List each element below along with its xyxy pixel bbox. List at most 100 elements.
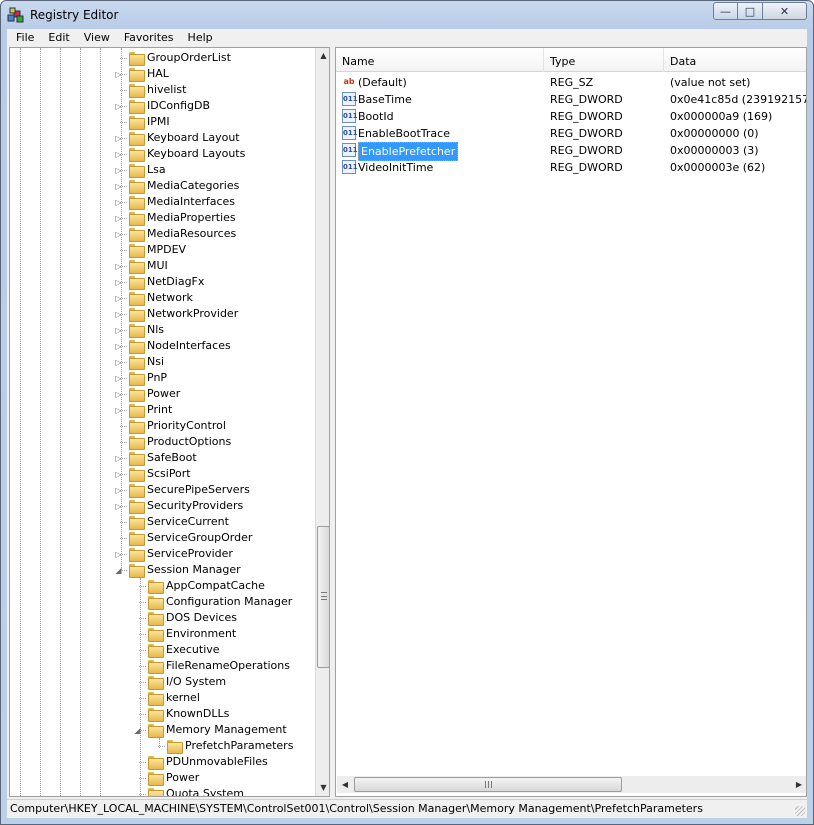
- expand-triangle-icon[interactable]: ▷: [114, 470, 123, 479]
- values-list-pane[interactable]: Name Type Data ab (Default) REG_SZ (value n…: [335, 47, 807, 797]
- expand-triangle-icon[interactable]: ▷: [114, 374, 123, 383]
- menu-file[interactable]: File: [9, 30, 41, 46]
- collapse-triangle-icon[interactable]: ◢: [133, 726, 142, 735]
- tree-item[interactable]: ▷ NetworkProvider: [10, 306, 310, 322]
- expand-triangle-icon[interactable]: ▷: [114, 454, 123, 463]
- expand-triangle-icon[interactable]: ▷: [114, 198, 123, 207]
- expand-triangle-icon[interactable]: ▷: [114, 406, 123, 415]
- tree-item[interactable]: ▷ MediaResources: [10, 226, 310, 242]
- title-bar[interactable]: Registry Editor — □ ✕: [1, 1, 813, 29]
- minimize-button[interactable]: —: [713, 2, 738, 20]
- column-header-type[interactable]: Type: [544, 48, 664, 72]
- expand-triangle-icon[interactable]: ▷: [114, 150, 123, 159]
- tree-item[interactable]: ▷ Network: [10, 290, 310, 306]
- tree-item[interactable]: ▷ MUI: [10, 258, 310, 274]
- scroll-thumb[interactable]: [354, 777, 622, 792]
- tree-item[interactable]: ▷ MediaInterfaces: [10, 194, 310, 210]
- tree-item[interactable]: ProductOptions: [10, 434, 310, 450]
- tree-item[interactable]: ▷ NodeInterfaces: [10, 338, 310, 354]
- tree-item[interactable]: DOS Devices: [10, 610, 310, 626]
- expand-triangle-icon[interactable]: ▷: [114, 214, 123, 223]
- expand-triangle-icon[interactable]: ▷: [114, 166, 123, 175]
- expand-triangle-icon[interactable]: ▷: [114, 134, 123, 143]
- tree-item[interactable]: GroupOrderList: [10, 50, 310, 66]
- menu-favorites[interactable]: Favorites: [117, 30, 181, 46]
- scroll-up-button[interactable]: ▲: [316, 48, 329, 64]
- expand-triangle-icon[interactable]: ▷: [114, 70, 123, 79]
- tree-item[interactable]: ◢ Session Manager: [10, 562, 310, 578]
- tree-item[interactable]: ▷ Nsi: [10, 354, 310, 370]
- menu-view[interactable]: View: [77, 30, 117, 46]
- key-tree-pane[interactable]: GroupOrderList ▷ HAL hivelist ▷ IDConfigDB IPM…: [9, 47, 330, 797]
- tree-item[interactable]: ▷ Keyboard Layouts: [10, 146, 310, 162]
- tree-item[interactable]: KnownDLLs: [10, 706, 310, 722]
- tree-item[interactable]: ▷ IDConfigDB: [10, 98, 310, 114]
- expand-triangle-icon[interactable]: ▷: [114, 342, 123, 351]
- tree-item[interactable]: Power: [10, 770, 310, 786]
- expand-triangle-icon[interactable]: ▷: [114, 182, 123, 191]
- value-row[interactable]: 011 EnableBootTrace REG_DWORD 0x00000000 (0…: [336, 125, 806, 142]
- column-header-data[interactable]: Data: [664, 48, 806, 72]
- tree-item[interactable]: AppCompatCache: [10, 578, 310, 594]
- tree-item[interactable]: ▷ Lsa: [10, 162, 310, 178]
- tree-item[interactable]: Environment: [10, 626, 310, 642]
- collapse-triangle-icon[interactable]: ◢: [114, 566, 123, 575]
- scroll-left-button[interactable]: ◀: [337, 776, 353, 793]
- tree-item[interactable]: Quota System: [10, 786, 310, 796]
- tree-item[interactable]: MPDEV: [10, 242, 310, 258]
- expand-triangle-icon[interactable]: ▷: [114, 230, 123, 239]
- expand-triangle-icon[interactable]: ▷: [114, 550, 123, 559]
- tree-item[interactable]: ▷ Keyboard Layout: [10, 130, 310, 146]
- scroll-right-button[interactable]: ▶: [791, 776, 806, 793]
- tree-item[interactable]: I/O System: [10, 674, 310, 690]
- tree-item[interactable]: Configuration Manager: [10, 594, 310, 610]
- tree-item[interactable]: ▷ SafeBoot: [10, 450, 310, 466]
- tree-item[interactable]: ▷ SecurityProviders: [10, 498, 310, 514]
- scroll-down-button[interactable]: ▼: [316, 780, 329, 796]
- tree-item[interactable]: ▷ Print: [10, 402, 310, 418]
- value-row[interactable]: ab (Default) REG_SZ (value not set): [336, 74, 806, 91]
- expand-triangle-icon[interactable]: ▷: [114, 390, 123, 399]
- column-header-name[interactable]: Name: [336, 48, 544, 72]
- tree-item[interactable]: PDUnmovableFiles: [10, 754, 310, 770]
- tree-item[interactable]: ▷ ServiceProvider: [10, 546, 310, 562]
- tree-vertical-scrollbar[interactable]: ▲ ▼: [315, 48, 329, 796]
- list-horizontal-scrollbar[interactable]: ◀ ▶: [337, 776, 806, 793]
- value-row[interactable]: 011 BootId REG_DWORD 0x000000a9 (169): [336, 108, 806, 125]
- expand-triangle-icon[interactable]: ▷: [114, 102, 123, 111]
- tree-item[interactable]: ServiceCurrent: [10, 514, 310, 530]
- close-button[interactable]: ✕: [763, 2, 807, 20]
- tree-item[interactable]: ◢ Memory Management: [10, 722, 310, 738]
- tree-item[interactable]: ▷ MediaCategories: [10, 178, 310, 194]
- tree-item[interactable]: kernel: [10, 690, 310, 706]
- tree-item[interactable]: ▷ Power: [10, 386, 310, 402]
- expand-triangle-icon[interactable]: ▷: [114, 486, 123, 495]
- value-row[interactable]: 011 VideoInitTime REG_DWORD 0x0000003e (62): [336, 159, 806, 176]
- expand-triangle-icon[interactable]: ▷: [114, 326, 123, 335]
- expand-triangle-icon[interactable]: ▷: [114, 358, 123, 367]
- tree-item[interactable]: ▷ ScsiPort: [10, 466, 310, 482]
- tree-item[interactable]: ▷ MediaProperties: [10, 210, 310, 226]
- expand-triangle-icon[interactable]: ▷: [114, 262, 123, 271]
- value-row[interactable]: 011 BaseTime REG_DWORD 0x0e41c85d (23919215…: [336, 91, 806, 108]
- tree-item[interactable]: ▷ NetDiagFx: [10, 274, 310, 290]
- tree-item[interactable]: PriorityControl: [10, 418, 310, 434]
- tree-item[interactable]: ▷ SecurePipeServers: [10, 482, 310, 498]
- expand-triangle-icon[interactable]: ▷: [114, 278, 123, 287]
- menu-help[interactable]: Help: [181, 30, 220, 46]
- resize-grip-icon[interactable]: [795, 806, 805, 816]
- tree-item[interactable]: IPMI: [10, 114, 310, 130]
- tree-item[interactable]: hivelist: [10, 82, 310, 98]
- menu-edit[interactable]: Edit: [41, 30, 76, 46]
- maximize-button[interactable]: □: [738, 2, 763, 20]
- expand-triangle-icon[interactable]: ▷: [114, 310, 123, 319]
- expand-triangle-icon[interactable]: ▷: [114, 502, 123, 511]
- scroll-thumb[interactable]: [317, 526, 329, 668]
- tree-item[interactable]: FileRenameOperations: [10, 658, 310, 674]
- tree-item[interactable]: ▷ PnP: [10, 370, 310, 386]
- tree-item[interactable]: PrefetchParameters: [10, 738, 310, 754]
- tree-item[interactable]: ServiceGroupOrder: [10, 530, 310, 546]
- tree-item[interactable]: ▷ HAL: [10, 66, 310, 82]
- value-row[interactable]: 011 EnablePrefetcher REG_DWORD 0x00000003 (…: [336, 142, 806, 161]
- tree-item[interactable]: ▷ Nls: [10, 322, 310, 338]
